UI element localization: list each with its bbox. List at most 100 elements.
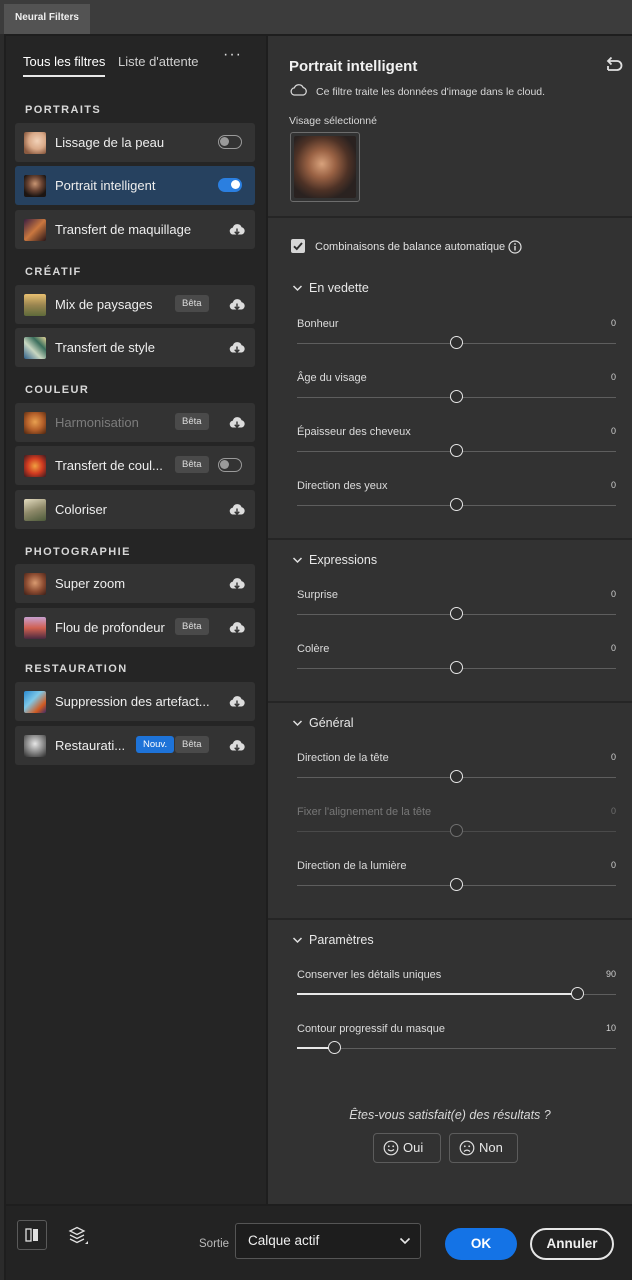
slider-facial-age[interactable] [297,390,616,403]
slider-value: 0 [610,372,616,382]
selected-face-label: Visage sélectionné [289,115,377,127]
slider-value: 0 [610,806,616,816]
slider-preserve-details[interactable] [297,987,616,1000]
filter-item-smart-portrait[interactable]: Portrait intelligent [15,166,255,205]
landscape-thumbnail [24,294,46,316]
compare-view-button[interactable] [17,1220,47,1250]
section-divider [268,701,632,703]
split-view-icon [25,1228,38,1242]
filter-item-landscape-mixer[interactable]: Mix de paysages Bêta [15,285,255,324]
slider-thumb[interactable] [449,878,463,891]
feedback-yes-button[interactable]: Oui [373,1133,441,1163]
cloud-download-icon[interactable] [228,502,246,518]
section-divider [268,538,632,540]
slider-thumb[interactable] [449,444,463,457]
ok-button[interactable]: OK [445,1228,517,1260]
tab-wait-list[interactable]: Liste d'attente [118,54,199,69]
filter-label: Transfert de maquillage [55,222,192,237]
cloud-download-icon[interactable] [228,620,246,636]
cloud-download-icon[interactable] [228,340,246,356]
filter-item-colorize[interactable]: Coloriser [15,490,255,529]
layer-preview-button[interactable] [62,1220,92,1250]
filter-item-photo-restoration[interactable]: Restaurati... Nouv. Bêta [15,726,255,765]
filter-toggle[interactable] [218,458,242,472]
color-transfer-thumbnail [24,455,46,477]
slider-mask-feather[interactable] [297,1041,616,1054]
section-title: COULEUR [25,384,90,396]
slider-hair-thickness[interactable] [297,444,616,457]
frown-icon [459,1140,475,1156]
slider-light-direction[interactable] [297,878,616,891]
filter-label: Harmonisation [55,415,139,430]
chevron-down-icon [292,285,303,292]
slider-anger[interactable] [297,661,616,674]
cloud-download-icon[interactable] [228,222,246,238]
output-select[interactable]: Calque actif [235,1223,421,1259]
slider-head-alignment[interactable] [297,824,616,837]
depth-blur-thumbnail [24,617,46,639]
group-expressions-header[interactable]: Expressions [292,553,377,567]
slider-label: Âge du visage [297,372,367,384]
slider-label: Colère [297,643,330,655]
face-image [294,136,356,198]
filter-item-makeup-transfer[interactable]: Transfert de maquillage [15,210,255,249]
cloud-download-icon[interactable] [228,576,246,592]
filter-item-color-transfer[interactable]: Transfert de coul... Bêta [15,446,255,485]
slider-happiness[interactable] [297,336,616,349]
slider-value: 0 [610,318,616,328]
output-selected-value: Calque actif [248,1233,320,1248]
slider-thumb[interactable] [449,661,463,674]
slider-label: Surprise [297,589,338,601]
group-general-header[interactable]: Général [292,716,353,730]
window-tab-neural-filters[interactable]: Neural Filters [4,4,90,34]
group-featured-header[interactable]: En vedette [292,281,369,295]
slider-thumb[interactable] [449,607,463,620]
more-options-icon[interactable]: ··· [223,47,242,63]
group-title: Général [309,716,354,730]
filter-toggle[interactable] [218,135,242,149]
group-settings-header[interactable]: Paramètres [292,933,374,947]
filter-label: Portrait intelligent [55,178,156,193]
cancel-button[interactable]: Annuler [530,1228,614,1260]
slider-thumb[interactable] [449,390,463,403]
filter-item-style-transfer[interactable]: Transfert de style [15,328,255,367]
filter-item-artifact-removal[interactable]: Suppression des artefact... [15,682,255,721]
cloud-download-icon[interactable] [228,415,246,431]
slider-thumb[interactable] [570,987,584,1000]
chevron-down-icon [292,720,303,727]
cloud-download-icon[interactable] [228,738,246,754]
selected-face-thumbnail[interactable] [290,132,360,202]
makeup-thumbnail [24,219,46,241]
cloud-download-icon[interactable] [228,694,246,710]
slider-head-direction[interactable] [297,770,616,783]
filter-item-super-zoom[interactable]: Super zoom [15,564,255,603]
tab-all-filters[interactable]: Tous les filtres [23,54,106,77]
output-label: Sortie [199,1238,230,1250]
slider-thumb[interactable] [449,824,463,837]
info-icon[interactable] [508,240,522,254]
slider-eye-direction[interactable] [297,498,616,511]
window-tab-bar: Neural Filters [0,0,632,34]
filter-item-harmonization[interactable]: Harmonisation Bêta [15,403,255,442]
filter-item-skin-smoothing[interactable]: Lissage de la peau [15,123,255,162]
filter-label: Lissage de la peau [55,135,165,150]
feedback-no-button[interactable]: Non [449,1133,518,1163]
auto-balance-checkbox[interactable] [291,239,305,253]
filter-toggle[interactable] [218,178,242,192]
cloud-download-icon[interactable] [228,297,246,313]
slider-thumb[interactable] [328,1041,342,1054]
slider-surprise[interactable] [297,607,616,620]
slider-value: 0 [610,643,616,653]
group-title: Expressions [309,553,378,567]
filter-label: Transfert de style [55,340,155,355]
slider-fill [297,993,578,995]
section-title: PORTRAITS [25,104,102,116]
filter-item-depth-blur[interactable]: Flou de profondeur Bêta [15,608,255,647]
slider-thumb[interactable] [449,498,463,511]
filter-label: Suppression des artefact... [55,694,210,709]
filter-sidebar: Tous les filtres Liste d'attente ··· POR… [6,36,266,1204]
slider-thumb[interactable] [449,770,463,783]
auto-balance-label: Combinaisons de balance automatique [315,241,506,253]
slider-thumb[interactable] [449,336,463,349]
reset-icon[interactable] [604,56,624,74]
